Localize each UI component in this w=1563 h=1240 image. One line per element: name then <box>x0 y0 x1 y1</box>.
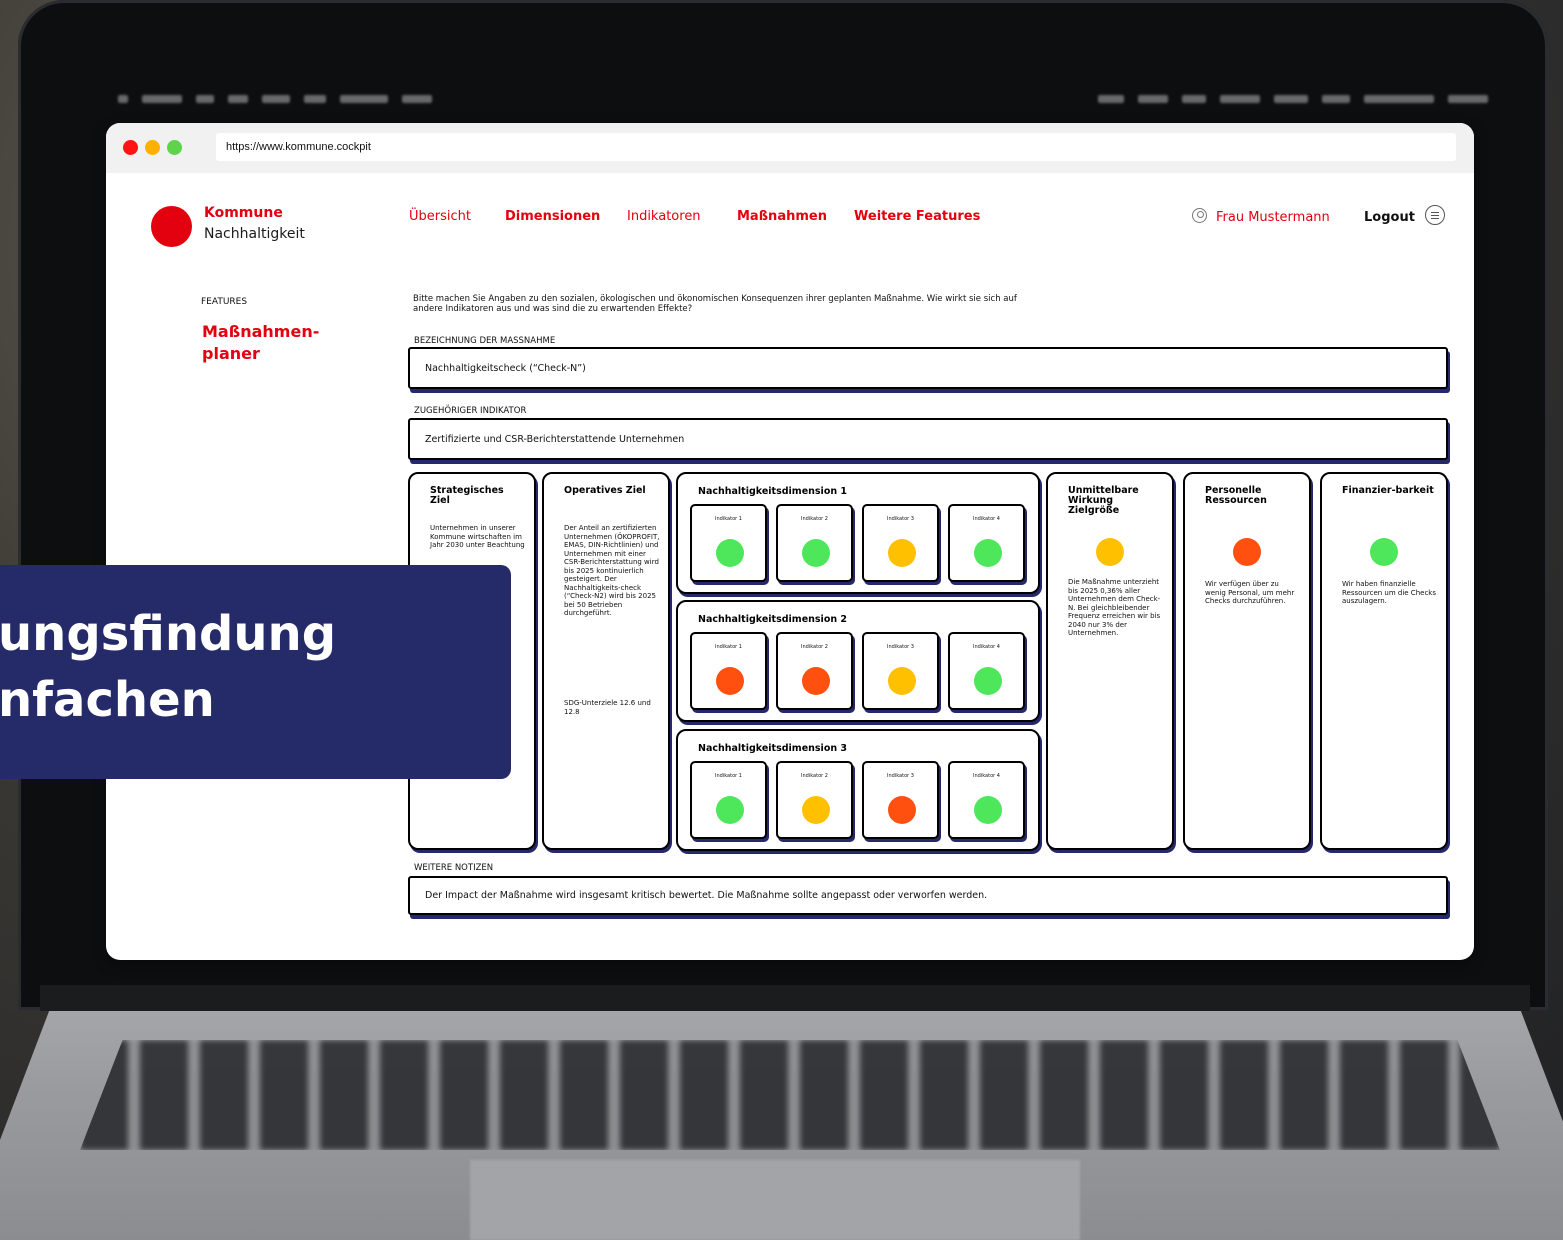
indicator-tile[interactable]: Indikator 4 <box>948 504 1025 582</box>
operative-goal-card[interactable]: Operatives Ziel Der Anteil an zertifizie… <box>542 472 670 850</box>
strategic-goal-text: Unternehmen in unserer Kommune wirtschaf… <box>430 524 525 549</box>
status-dot <box>716 539 744 567</box>
personnel-text: Wir verfügen über zu wenig Personal, um … <box>1205 580 1295 605</box>
personnel-card[interactable]: Personelle Ressourcen Wir verfügen über … <box>1183 472 1311 850</box>
status-dot <box>974 796 1002 824</box>
finance-text: Wir haben finanzielle Ressourcen um die … <box>1342 580 1436 605</box>
maximize-window-button[interactable] <box>167 140 182 155</box>
indicator-tile[interactable]: Indikator 4 <box>948 632 1025 710</box>
brand-title[interactable]: Kommune <box>204 205 283 221</box>
indicator-tile-label: Indikator 1 <box>715 644 742 650</box>
notes-label: WEITERE NOTIZEN <box>414 863 494 873</box>
intro-text: Bitte machen Sie Angaben zu den sozialen… <box>413 294 1017 314</box>
brand-logo[interactable] <box>151 206 192 247</box>
indicator-tile[interactable]: Indikator 1 <box>690 504 767 582</box>
dimension-card: Nachhaltigkeitsdimension 1 Indikator 1 I… <box>676 472 1040 594</box>
status-dot <box>974 539 1002 567</box>
feature-title[interactable]: Maßnahmen-planer <box>202 321 352 365</box>
status-dot <box>716 667 744 695</box>
indicator-tile[interactable]: Indikator 1 <box>690 761 767 839</box>
measure-name-value: Nachhaltigkeitscheck (“Check-N”) <box>425 362 586 374</box>
browser-window: https://www.kommune.cockpit Kommune Nach… <box>106 123 1474 960</box>
os-menubar <box>118 88 1488 110</box>
user-icon[interactable] <box>1192 208 1207 223</box>
indicator-tile-label: Indikator 4 <box>973 516 1000 522</box>
indicator-tile[interactable]: Indikator 4 <box>948 761 1025 839</box>
indicator-label: ZUGEHÖRIGER INDIKATOR <box>414 406 527 416</box>
nav-weitere-features[interactable]: Weitere Features <box>854 209 980 224</box>
indicator-tile-label: Indikator 4 <box>973 773 1000 779</box>
menu-icon[interactable] <box>1425 205 1445 225</box>
dimension-title: Nachhaltigkeitsdimension 1 <box>698 486 848 497</box>
close-window-button[interactable] <box>123 140 138 155</box>
indicator-tile[interactable]: Indikator 1 <box>690 632 767 710</box>
status-dot <box>1096 538 1124 566</box>
indicator-tile[interactable]: Indikator 2 <box>776 761 853 839</box>
banner-line-1: ungsfindung <box>0 606 337 662</box>
overlay-banner: ungsfindung nfachen <box>0 565 511 779</box>
indicator-tile-label: Indikator 1 <box>715 516 742 522</box>
measure-name-label: BEZEICHNUNG DER MASSNAHME <box>414 336 556 346</box>
impact-title: Unmittelbare Wirkung Zielgröße <box>1068 485 1139 516</box>
strategic-goal-title: Strategisches Ziel <box>430 485 504 506</box>
impact-card[interactable]: Unmittelbare Wirkung Zielgröße Die Maßna… <box>1046 472 1174 850</box>
status-dot <box>974 667 1002 695</box>
nav-indikatoren[interactable]: Indikatoren <box>627 209 701 224</box>
indicator-tile-label: Indikator 1 <box>715 773 742 779</box>
impact-text: Die Maßnahme unterzieht bis 2025 0,36% a… <box>1068 578 1161 637</box>
indicator-value: Zertifizierte und CSR-Berichterstattende… <box>425 433 685 445</box>
browser-chrome: https://www.kommune.cockpit <box>106 123 1474 173</box>
dimension-card: Nachhaltigkeitsdimension 2 Indikator 1 I… <box>676 600 1040 722</box>
nav-dimensionen[interactable]: Dimensionen <box>505 209 600 224</box>
indicator-tile[interactable]: Indikator 2 <box>776 504 853 582</box>
status-dot <box>716 796 744 824</box>
indicator-tile[interactable]: Indikator 3 <box>862 632 939 710</box>
measure-name-field[interactable]: Nachhaltigkeitscheck (“Check-N”) <box>408 347 1448 389</box>
operative-goal-text: Der Anteil an zertifizierten Unternehmen… <box>564 524 660 617</box>
indicator-tile[interactable]: Indikator 2 <box>776 632 853 710</box>
indicator-tile-label: Indikator 2 <box>801 773 828 779</box>
trackpad <box>470 1160 1080 1240</box>
banner-line-2: nfachen <box>0 672 215 728</box>
status-dot <box>1370 538 1398 566</box>
indicator-tile-label: Indikator 3 <box>887 516 914 522</box>
brand-subtitle[interactable]: Nachhaltigkeit <box>204 226 305 242</box>
nav-uebersicht[interactable]: Übersicht <box>409 209 471 224</box>
status-dot <box>888 539 916 567</box>
sdg-text: SDG-Unterziele 12.6 und 12.8 <box>564 699 651 716</box>
indicator-tile-label: Indikator 2 <box>801 516 828 522</box>
finance-card[interactable]: Finanzier-barkeit Wir haben finanzielle … <box>1320 472 1448 850</box>
dimension-card: Nachhaltigkeitsdimension 3 Indikator 1 I… <box>676 729 1040 851</box>
personnel-title: Personelle Ressourcen <box>1205 485 1267 506</box>
dimension-title: Nachhaltigkeitsdimension 3 <box>698 743 848 754</box>
finance-title: Finanzier-barkeit <box>1342 485 1434 496</box>
minimize-window-button[interactable] <box>145 140 160 155</box>
features-label: FEATURES <box>201 297 248 307</box>
dimension-title: Nachhaltigkeitsdimension 2 <box>698 614 848 625</box>
operative-goal-title: Operatives Ziel <box>564 485 646 496</box>
status-dot <box>888 667 916 695</box>
nav-massnahmen[interactable]: Maßnahmen <box>737 209 827 224</box>
status-dot <box>888 796 916 824</box>
notes-field[interactable]: Der Impact der Maßnahme wird insgesamt k… <box>408 876 1448 915</box>
indicator-tile[interactable]: Indikator 3 <box>862 504 939 582</box>
logout-button[interactable]: Logout <box>1364 210 1415 225</box>
user-name-link[interactable]: Frau Mustermann <box>1216 210 1330 225</box>
indicator-tile[interactable]: Indikator 3 <box>862 761 939 839</box>
address-bar[interactable]: https://www.kommune.cockpit <box>216 133 1456 161</box>
laptop-hinge <box>40 985 1530 1011</box>
status-dot <box>1233 538 1261 566</box>
notes-value: Der Impact der Maßnahme wird insgesamt k… <box>425 890 988 901</box>
status-dot <box>802 667 830 695</box>
indicator-field[interactable]: Zertifizierte und CSR-Berichterstattende… <box>408 418 1448 460</box>
status-dot <box>802 539 830 567</box>
indicator-tile-label: Indikator 3 <box>887 644 914 650</box>
indicator-tile-label: Indikator 2 <box>801 644 828 650</box>
indicator-tile-label: Indikator 4 <box>973 644 1000 650</box>
banner-text: ungsfindung nfachen <box>0 601 511 733</box>
keyboard <box>80 1040 1500 1150</box>
status-dot <box>802 796 830 824</box>
indicator-tile-label: Indikator 3 <box>887 773 914 779</box>
